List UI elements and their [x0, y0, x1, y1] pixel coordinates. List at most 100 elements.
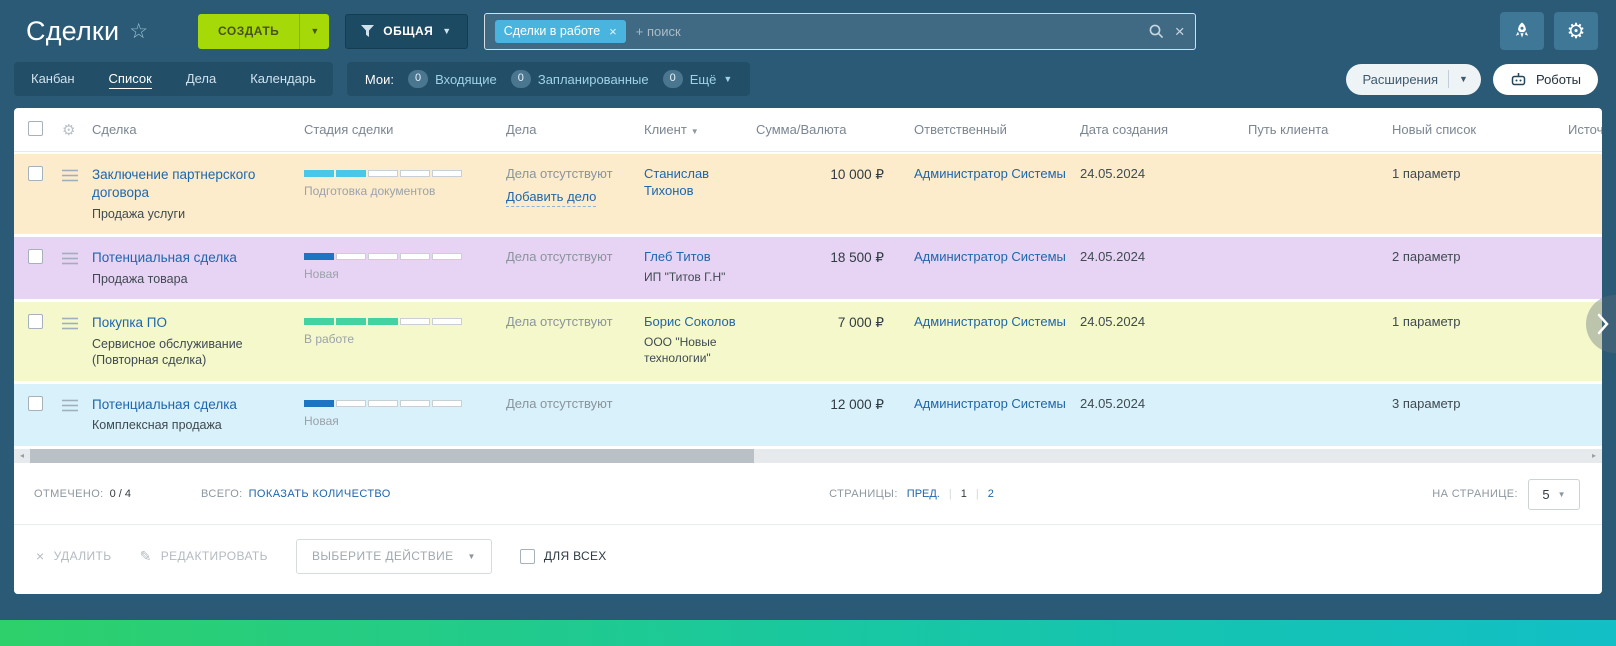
prev-page-link[interactable]: ПРЕД. — [907, 488, 940, 500]
choose-action-dropdown[interactable]: ВЫБЕРИТЕ ДЕЙСТВИЕ ▼ — [296, 539, 492, 574]
deal-sum: 18 500 ₽ — [756, 249, 914, 267]
search-filter-tag-label: Сделки в работе — [504, 24, 600, 38]
remove-tag-icon[interactable]: × — [609, 24, 617, 39]
pagination: СТРАНИЦЫ: ПРЕД. | 1 | 2 — [829, 488, 994, 500]
table-row[interactable]: Потенциальная сделка Продажа товара Нова… — [14, 237, 1602, 299]
stage-progress-bar[interactable] — [304, 170, 496, 177]
column-header-source[interactable]: Источник — [1568, 122, 1602, 137]
page-2-link[interactable]: 2 — [988, 488, 994, 500]
search-filter-tag[interactable]: Сделки в работе × — [495, 20, 626, 43]
deal-title-link[interactable]: Потенциальная сделка — [92, 397, 237, 412]
grid-settings-gear-icon[interactable]: ⚙ — [62, 122, 75, 139]
create-dropdown-caret-icon[interactable]: ▼ — [299, 14, 329, 49]
bulk-action-bar: × УДАЛИТЬ ✎ РЕДАКТИРОВАТЬ ВЫБЕРИТЕ ДЕЙСТ… — [14, 524, 1602, 594]
deal-subtitle: Продажа услуги — [92, 206, 294, 222]
scrollbar-thumb[interactable] — [30, 449, 754, 463]
responsible-link[interactable]: Администратор Системы — [914, 396, 1066, 411]
robots-button[interactable]: Роботы — [1493, 64, 1598, 95]
clear-search-icon[interactable]: × — [1175, 23, 1185, 40]
divider: | — [949, 488, 952, 500]
favorite-star-icon[interactable]: ☆ — [129, 19, 148, 44]
total-counter: ВСЕГО: ПОКАЗАТЬ КОЛИЧЕСТВО — [201, 488, 391, 500]
divider: | — [976, 488, 979, 500]
create-button-label[interactable]: СОЗДАТЬ — [198, 14, 299, 49]
search-icon[interactable] — [1148, 23, 1165, 40]
responsible-link[interactable]: Администратор Системы — [914, 249, 1066, 264]
column-header-deal[interactable]: Сделка — [92, 122, 304, 137]
horizontal-scrollbar[interactable]: ◂ ▸ — [14, 449, 1602, 463]
page-title: Сделки — [26, 16, 119, 47]
search-bar[interactable]: Сделки в работе × × — [484, 13, 1196, 50]
client-link[interactable]: Глеб Титов — [644, 249, 711, 264]
create-button[interactable]: СОЗДАТЬ ▼ — [198, 14, 329, 49]
add-activity-link[interactable]: Добавить дело — [506, 189, 596, 207]
for-all-checkbox[interactable] — [520, 549, 535, 564]
counter-badge: 0 — [511, 70, 531, 87]
chevron-down-icon[interactable]: ▼ — [1459, 74, 1481, 84]
search-input[interactable] — [636, 24, 1138, 39]
column-header-created[interactable]: Дата создания — [1080, 122, 1248, 137]
row-menu-button[interactable] — [62, 166, 92, 187]
counter-Ещё[interactable]: 0Ещё▼ — [663, 70, 733, 87]
table-row[interactable]: Потенциальная сделка Комплексная продажа… — [14, 384, 1602, 446]
created-date: 24.05.2024 — [1080, 249, 1248, 266]
tab-Список[interactable]: Список — [92, 62, 169, 96]
pages-label: СТРАНИЦЫ: — [829, 488, 898, 500]
row-menu-button[interactable] — [62, 249, 92, 270]
tab-Дела[interactable]: Дела — [169, 62, 233, 96]
column-header-new-list[interactable]: Новый список — [1392, 122, 1568, 137]
column-header-sum[interactable]: Сумма/Валюта — [756, 122, 914, 137]
market-button[interactable] — [1500, 12, 1544, 50]
filter-preset-button[interactable]: ОБЩАЯ ▼ — [345, 14, 467, 49]
settings-button[interactable]: ⚙ — [1554, 12, 1598, 50]
filter-preset-label: ОБЩАЯ — [383, 24, 433, 38]
chevron-down-icon: ▼ — [468, 552, 476, 561]
client-link[interactable]: Борис Соколов — [644, 314, 736, 329]
crm-deals-page: Сделки ☆ СОЗДАТЬ ▼ ОБЩАЯ ▼ Сделки в рабо… — [0, 0, 1616, 646]
scroll-right-arrow[interactable]: ▸ — [1586, 449, 1602, 463]
no-activities-label: Дела отсутствуют — [506, 396, 634, 413]
row-menu-button[interactable] — [62, 396, 92, 417]
counter-Входящие[interactable]: 0Входящие — [408, 70, 497, 87]
extensions-button[interactable]: Расширения ▼ — [1346, 64, 1481, 95]
tab-Календарь[interactable]: Календарь — [233, 62, 333, 96]
show-count-link[interactable]: ПОКАЗАТЬ КОЛИЧЕСТВО — [249, 488, 391, 500]
stage-progress-bar[interactable] — [304, 318, 496, 325]
counter-Запланированные[interactable]: 0Запланированные — [511, 70, 649, 87]
column-header-client-path[interactable]: Путь клиента — [1248, 122, 1392, 137]
table-row[interactable]: Покупка ПО Сервисное обслуживание (Повто… — [14, 302, 1602, 380]
table-row[interactable]: Заключение партнерского договора Продажа… — [14, 154, 1602, 234]
column-header-stage[interactable]: Стадия сделки — [304, 122, 506, 137]
counters-label: Мои: — [365, 72, 394, 87]
current-page[interactable]: 1 — [961, 488, 967, 500]
column-header-client[interactable]: Клиент▼ — [644, 122, 756, 137]
row-checkbox[interactable] — [28, 396, 43, 411]
chevron-down-icon: ▼ — [723, 74, 732, 84]
per-page-value: 5 — [1542, 487, 1549, 502]
deal-title-link[interactable]: Заключение партнерского договора — [92, 167, 255, 200]
robot-icon — [1510, 71, 1527, 88]
client-link[interactable]: Станислав Тихонов — [644, 166, 709, 198]
scroll-left-arrow[interactable]: ◂ — [14, 449, 30, 463]
for-all-checkbox-wrap[interactable]: ДЛЯ ВСЕХ — [520, 549, 607, 564]
row-checkbox[interactable] — [28, 314, 43, 329]
created-date: 24.05.2024 — [1080, 396, 1248, 413]
responsible-link[interactable]: Администратор Системы — [914, 166, 1066, 181]
chevron-right-icon — [1597, 313, 1609, 335]
select-all-checkbox[interactable] — [28, 121, 43, 136]
row-checkbox[interactable] — [28, 249, 43, 264]
stage-progress-bar[interactable] — [304, 253, 496, 260]
stage-label: Новая — [304, 414, 496, 430]
deal-title-link[interactable]: Покупка ПО — [92, 315, 167, 330]
deal-title-link[interactable]: Потенциальная сделка — [92, 250, 237, 265]
row-menu-button[interactable] — [62, 314, 92, 335]
edit-button[interactable]: ✎ РЕДАКТИРОВАТЬ — [140, 548, 268, 565]
delete-button[interactable]: × УДАЛИТЬ — [36, 548, 112, 564]
tab-Канбан[interactable]: Канбан — [14, 62, 92, 96]
stage-progress-bar[interactable] — [304, 400, 496, 407]
row-checkbox[interactable] — [28, 166, 43, 181]
column-header-responsible[interactable]: Ответственный — [914, 122, 1080, 137]
responsible-link[interactable]: Администратор Системы — [914, 314, 1066, 329]
per-page-select[interactable]: 5 ▼ — [1528, 479, 1580, 510]
column-header-activities[interactable]: Дела — [506, 122, 644, 137]
